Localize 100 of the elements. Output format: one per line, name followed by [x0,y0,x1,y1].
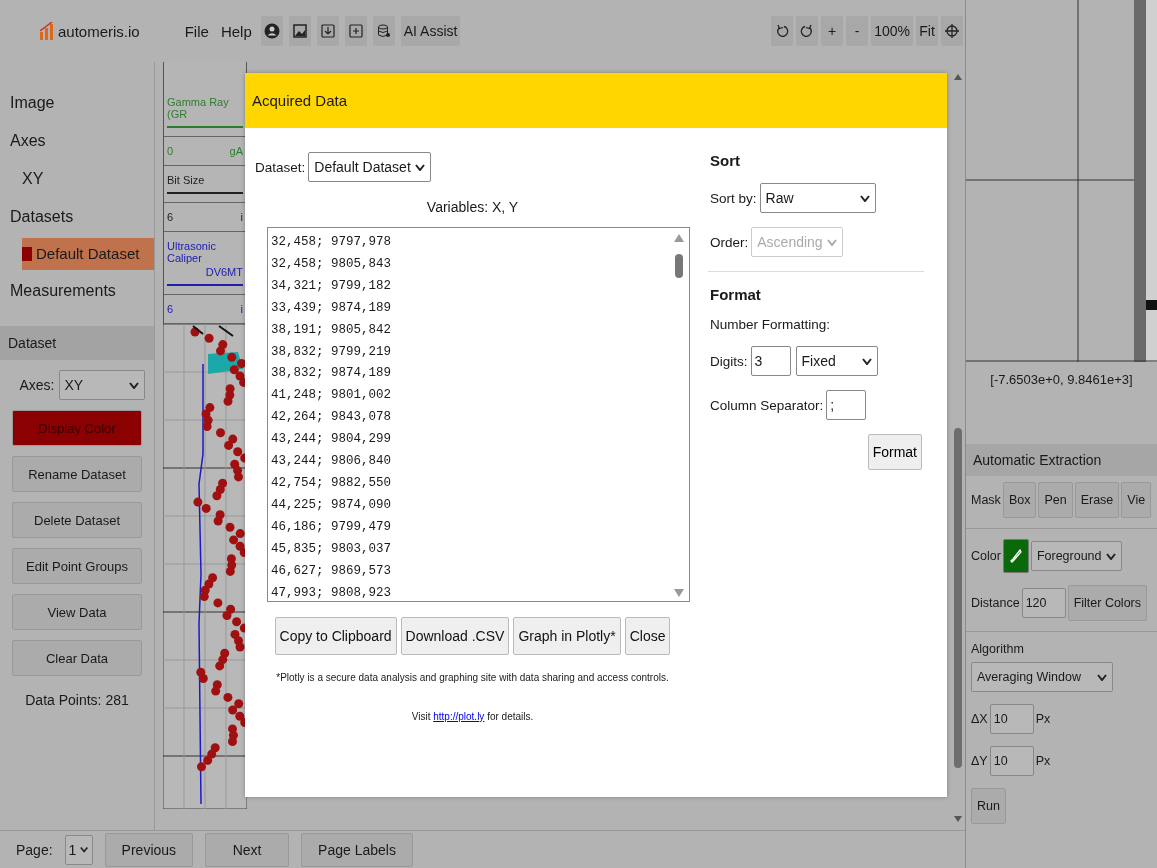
digits-field[interactable]: 3 [750,346,791,376]
dialog-button[interactable]: Graph in Plotly* [513,617,621,655]
mask-tool-button[interactable]: Pen [1038,482,1073,518]
ai-assist-button[interactable]: AI Assist [400,16,461,46]
run-button[interactable]: Run [971,788,1006,824]
pager-button[interactable]: Page Labels [301,832,413,867]
scrollbar-thumb[interactable] [675,253,683,278]
column-separator-label: Column Separator: [710,397,824,413]
unit-label: Px [1035,754,1051,768]
brand-name: automeris.io [58,22,140,40]
sort-by-select[interactable]: Raw [759,183,876,213]
toolbar-button[interactable] [344,16,367,46]
sort-by-label: Sort by: [710,190,757,206]
format-button[interactable]: Format [867,434,922,470]
dataset-select[interactable]: Default Dataset [308,152,431,182]
account-button[interactable] [260,16,283,46]
algorithm-select[interactable]: Averaging Window [971,662,1113,692]
color-picker-button[interactable] [1002,539,1029,573]
track-label: i [240,303,243,315]
page-select[interactable]: 1 [64,834,93,865]
panel-header: Dataset [0,326,154,360]
distance-field[interactable]: 120 [1021,588,1066,618]
dataset-button[interactable]: View Data [12,594,142,630]
caret-icon [80,846,89,853]
dx-field[interactable]: 10 [989,704,1034,734]
scroll-down-icon [954,816,962,822]
zoom-out-button[interactable]: - [846,16,869,46]
section-heading: Format [710,286,762,303]
rotate-left-icon [775,24,790,38]
data-points-count: Data Points: 281 [25,692,129,708]
menu-item[interactable]: Help [217,22,255,40]
dy-field[interactable]: 10 [989,746,1034,776]
panel-header: Automatic Extraction [966,444,1157,476]
zoom-in-button[interactable]: + [821,16,844,46]
axes-label: Axes: [19,377,55,393]
crosshair-button[interactable] [941,16,963,46]
sidebar-item[interactable]: XY [22,160,48,198]
sidebar-item[interactable]: Default Dataset [22,238,154,270]
track-label: DV6MT [205,266,243,278]
data-text-area[interactable]: 32,458; 9797,978 32,458; 9805,843 34,321; 9799,182 33,439; 9874,189 38,191; 9805,842 38,832; 9799,219 38,832; 9874,189 41,248; 9801,002 42,264; 9843,078 43,244; 9804,299 43,244; 9806,840 42,754; 9882,550 44,225; 9874,090 46,186; 9799,479 45,835; 9803,037 46,627; 9869,573 47,993; 9808,923 [267,227,690,602]
pager-button[interactable]: Previous [104,832,194,867]
track-label: i [240,211,243,223]
fit-button[interactable]: Fit [916,16,938,46]
page-label: Page: [16,841,53,858]
caret-icon [414,163,425,171]
dy-label: ΔY [971,754,988,768]
crosshair-icon [945,24,959,38]
toolbar-button[interactable] [316,16,339,46]
sidebar-item[interactable]: Axes [10,122,50,160]
caret-icon [1105,552,1116,560]
rotate-left-button[interactable] [771,16,794,46]
scroll-down-icon [674,589,684,597]
pager-button[interactable]: Next [205,832,290,867]
unit-label: Px [1035,712,1051,726]
scrollbar-thumb[interactable] [954,428,962,768]
dataset-button[interactable]: Edit Point Groups [12,548,142,584]
variables-label: Variables: X, Y [425,199,520,215]
caret-icon [128,381,139,389]
order-label: Order: [710,234,749,250]
sidebar-item-label: Default Dataset [36,244,140,264]
caret-icon [826,238,837,246]
visit-note: Visit http://plot.ly for details. [410,711,535,722]
dialog-button[interactable]: Copy to Clipboard [274,617,397,655]
algorithm-label: Algorithm [971,642,1024,656]
rotate-right-button[interactable] [796,16,819,46]
filter-colors-button[interactable]: Filter Colors [1067,585,1147,621]
number-mode-select[interactable]: Fixed [795,346,878,376]
caret-icon [1097,673,1107,681]
axes-select[interactable]: XY [58,370,145,400]
separator-field[interactable]: ; [826,390,867,420]
dialog-button[interactable]: Download .CSV [400,617,510,655]
mask-tool-button[interactable]: Vie [1121,482,1152,518]
plotly-link[interactable]: http://plot.ly [433,711,485,722]
color-mode-select[interactable]: Foreground [1030,541,1122,571]
track-label: 6 [167,211,174,223]
menu-item[interactable]: File [181,22,212,40]
sidebar-item[interactable]: Datasets [10,198,78,236]
track-label: Bit Size [167,174,205,186]
dialog-button[interactable]: Close [624,617,671,655]
dx-label: ΔX [971,712,988,726]
track-label: gA [229,145,243,157]
dataset-button[interactable]: Delete Dataset [12,502,142,538]
dataset-button[interactable]: Rename Dataset [12,456,142,492]
image-icon [292,24,307,38]
toolbar-button[interactable] [372,16,395,46]
color-label: Color [971,549,1001,563]
toolbar-button[interactable] [288,16,311,46]
database-icon [376,24,391,38]
sidebar-item[interactable]: Measurements [10,272,120,310]
dataset-button[interactable]: Clear Data [12,640,142,676]
sidebar-item[interactable]: Image [10,84,59,122]
track-label: 0 [167,145,174,157]
track-label: 6 [167,303,174,315]
mask-tool-button[interactable]: Box [1002,482,1037,518]
scroll-up-icon [674,234,684,242]
rotate-right-icon [800,24,815,38]
zoom-level-button[interactable]: 100% [871,16,913,46]
mask-tool-button[interactable]: Erase [1074,482,1120,518]
dialog-title: Acquired Data [245,73,947,128]
caret-icon [861,357,872,365]
